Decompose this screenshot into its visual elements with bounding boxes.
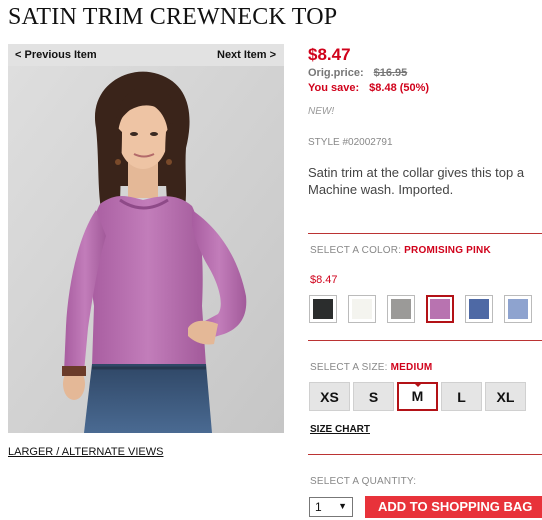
color-price: $8.47 (310, 274, 338, 286)
description-line: Machine wash. Imported. (308, 182, 454, 197)
size-option-xs[interactable]: XS (309, 382, 350, 411)
color-swatch[interactable] (309, 295, 337, 323)
quantity-section-label: SELECT A QUANTITY: (310, 476, 417, 487)
description-line: Satin trim at the collar gives this top … (308, 165, 525, 180)
section-divider (308, 340, 542, 341)
section-divider (308, 454, 542, 455)
selected-size-name: MEDIUM (390, 362, 433, 373)
selected-color-name: PROMISING PINK (404, 245, 491, 256)
savings-amount: $8.48 (50%) (369, 82, 430, 94)
product-description: Satin trim at the collar gives this top … (308, 164, 542, 198)
original-price-line: Orig.price: $16.95 (308, 67, 407, 79)
product-title: SATIN TRIM CREWNECK TOP (8, 4, 338, 30)
color-swatch[interactable] (465, 295, 493, 323)
size-chart-link[interactable]: SIZE CHART (310, 424, 370, 435)
size-section-label: SELECT A SIZE: MEDIUM (310, 362, 432, 373)
original-price-label: Orig.price: (308, 67, 364, 79)
sale-price: $8.47 (308, 45, 351, 64)
color-swatch[interactable] (348, 295, 376, 323)
color-swatch[interactable] (504, 295, 532, 323)
size-option-l[interactable]: L (441, 382, 482, 411)
size-label: SELECT A SIZE: (310, 362, 388, 373)
style-number: STYLE #02002791 (308, 137, 393, 148)
color-section-label: SELECT A COLOR: PROMISING PINK (310, 245, 491, 256)
new-badge: NEW! (308, 106, 335, 117)
section-divider (308, 233, 542, 234)
savings-label: You save: (308, 82, 360, 94)
color-swatch[interactable] (426, 295, 454, 323)
size-option-s[interactable]: S (353, 382, 394, 411)
add-to-shopping-bag-button[interactable]: ADD TO SHOPPING BAG (365, 496, 542, 518)
swatch-color-fill (508, 299, 528, 319)
savings-line: You save: $8.48 (50%) (308, 82, 429, 94)
quantity-select[interactable]: 1 ▼ (309, 497, 353, 517)
previous-item-link[interactable]: < Previous Item (15, 49, 97, 61)
color-swatch[interactable] (387, 295, 415, 323)
swatch-color-fill (352, 299, 372, 319)
next-item-link[interactable]: Next Item > (217, 49, 276, 61)
larger-alternate-views-link[interactable]: LARGER / ALTERNATE VIEWS (8, 446, 163, 458)
quantity-value: 1 (315, 500, 322, 514)
model-photo-illustration (8, 66, 284, 433)
chevron-down-icon: ▼ (338, 501, 347, 511)
swatch-color-fill (313, 299, 333, 319)
size-option-xl[interactable]: XL (485, 382, 526, 411)
color-label: SELECT A COLOR: (310, 245, 402, 256)
item-navigation-bar: < Previous Item Next Item > (8, 44, 284, 66)
swatch-color-fill (469, 299, 489, 319)
swatch-color-fill (430, 299, 450, 319)
product-photo[interactable] (8, 66, 284, 433)
swatch-color-fill (391, 299, 411, 319)
original-price: $16.95 (373, 67, 408, 79)
size-option-m[interactable]: M (397, 382, 438, 411)
